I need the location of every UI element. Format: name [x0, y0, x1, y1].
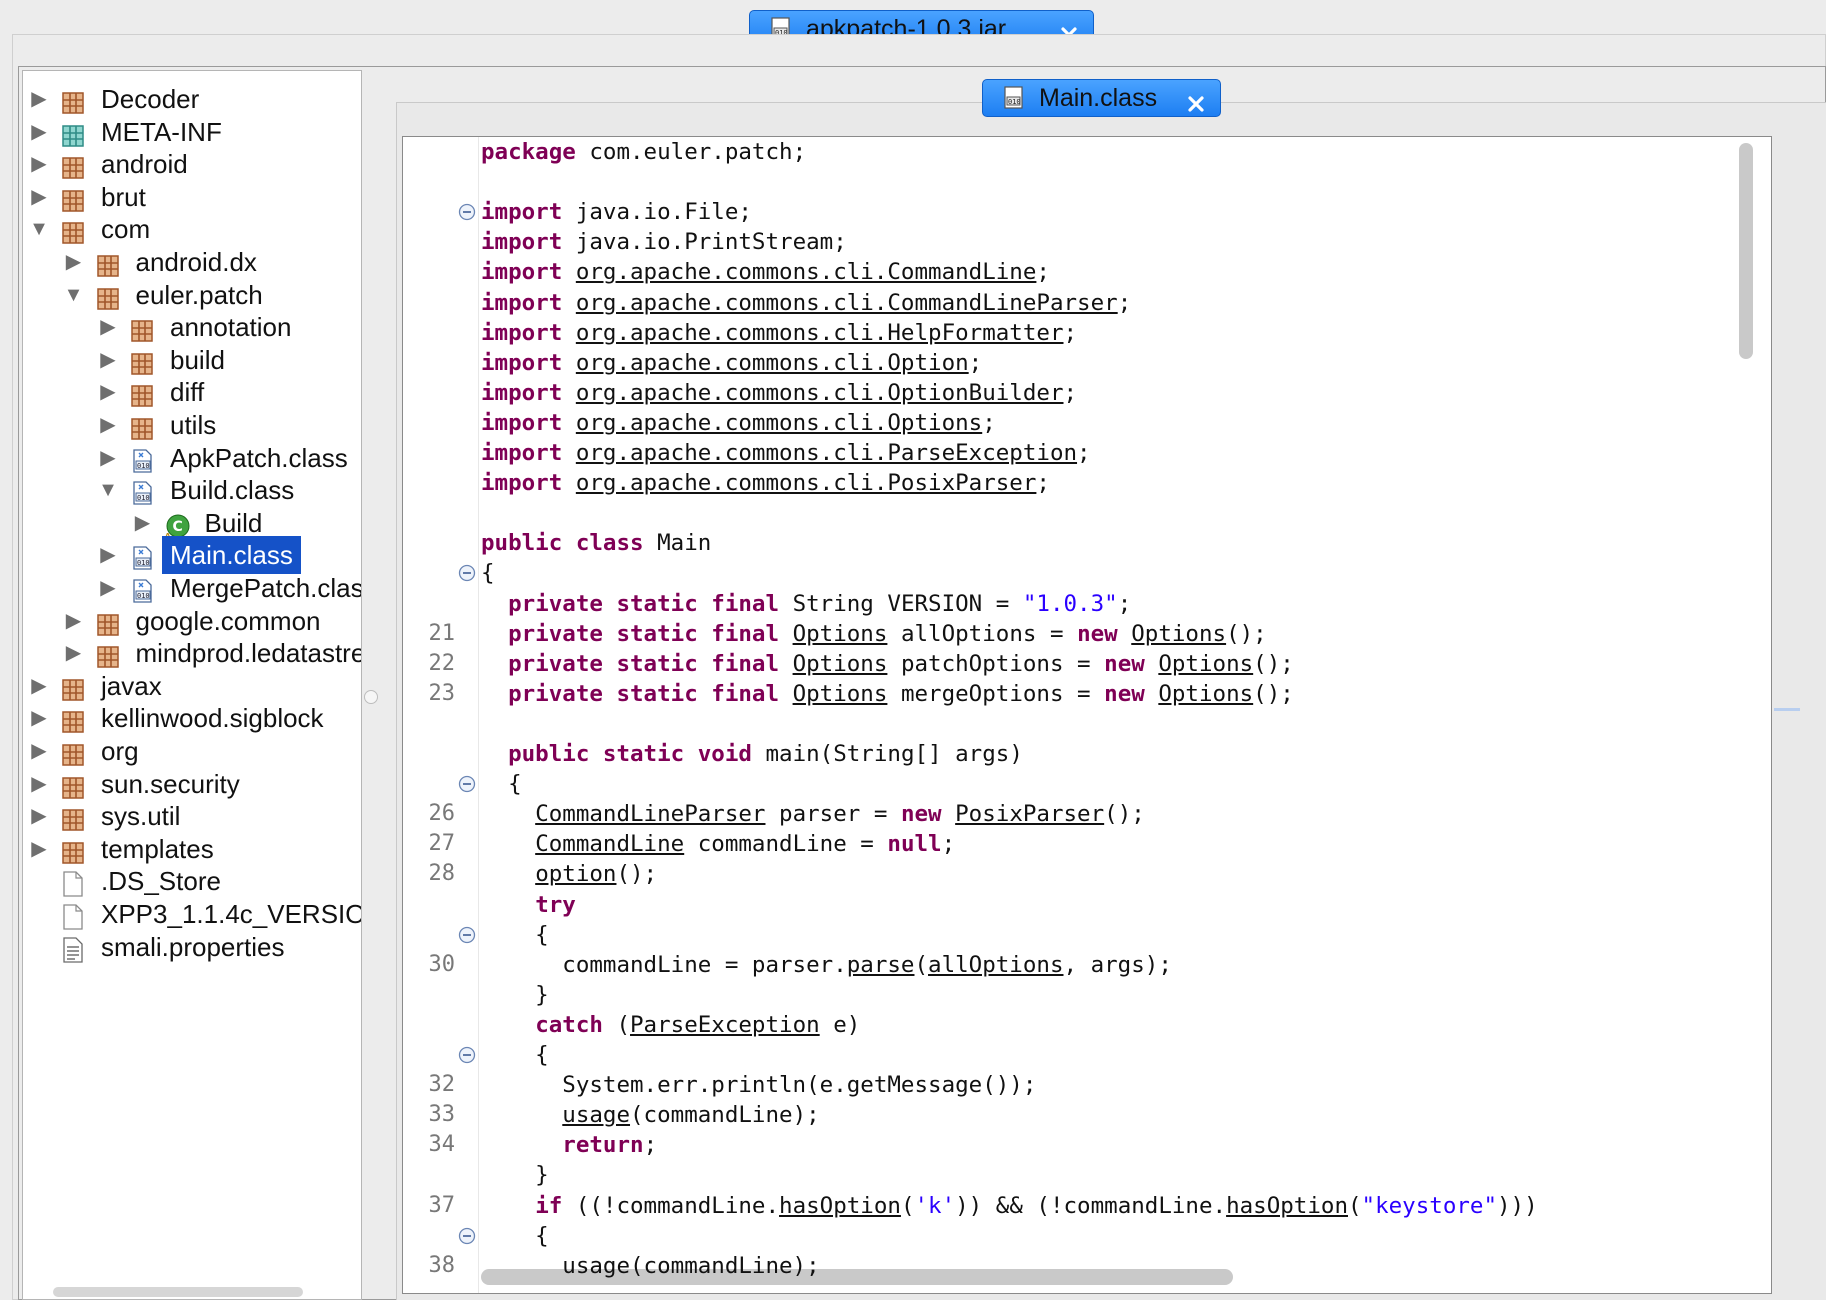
svg-text:010: 010 — [137, 494, 150, 502]
class-file-icon: 010 — [130, 478, 154, 505]
code-line[interactable]: CommandLine commandLine = null; — [481, 829, 955, 859]
code-line[interactable]: { — [481, 1221, 549, 1251]
line-number: 30 — [428, 951, 456, 977]
code-line[interactable]: commandLine = parser.parse(allOptions, a… — [481, 950, 1172, 980]
tree-item[interactable]: smali.properties — [23, 928, 361, 966]
code-line[interactable]: private static final Options patchOption… — [481, 649, 1294, 679]
fold-collapse-icon[interactable] — [458, 1046, 476, 1064]
class-file-icon: 010 — [130, 446, 154, 473]
fold-collapse-icon[interactable] — [458, 1227, 476, 1245]
package-icon — [61, 706, 85, 734]
package-icon — [61, 674, 85, 701]
package-icon — [130, 380, 154, 408]
class-file-icon: 010 — [1001, 85, 1027, 121]
code-line[interactable]: { — [481, 769, 522, 799]
splitter-handle[interactable] — [364, 690, 378, 704]
package-icon — [61, 87, 85, 114]
code-line[interactable]: } — [481, 1160, 549, 1190]
package-icon — [61, 772, 85, 799]
svg-text:010: 010 — [137, 462, 150, 470]
fold-collapse-icon[interactable] — [458, 203, 476, 221]
file-icon — [61, 902, 85, 930]
package-icon — [96, 609, 120, 636]
line-number: 21 — [428, 620, 456, 646]
code-line[interactable]: import java.io.File; — [481, 197, 752, 227]
code-line[interactable]: { — [481, 558, 495, 588]
tree-item-label: smali.properties — [101, 931, 285, 962]
line-number: 38 — [428, 1252, 456, 1278]
tab-label: Main.class — [1039, 84, 1158, 112]
file-icon — [61, 869, 85, 898]
package-icon — [61, 804, 85, 831]
line-number: 27 — [428, 831, 456, 857]
package-icon — [61, 217, 85, 245]
code-line[interactable]: return; — [481, 1130, 657, 1160]
package-tree[interactable]: ▶ Decoder ▶ META-INF ▶ android ▶ brut ▼ com ▶ andro… — [22, 70, 362, 1300]
code-line[interactable]: private static final Options mergeOption… — [481, 679, 1294, 709]
code-editor[interactable]: package com.euler.patch; import java.io.F… — [402, 136, 1772, 1294]
code-line[interactable]: CommandLineParser parser = new PosixPars… — [481, 799, 1145, 829]
code-line[interactable]: private static final String VERSION = "1… — [481, 589, 1131, 619]
package-icon — [96, 250, 120, 277]
svg-text:010: 010 — [137, 559, 150, 567]
code-line[interactable]: import org.apache.commons.cli.Option; — [481, 348, 982, 378]
code-line[interactable]: try — [481, 890, 576, 920]
overview-marker — [1774, 708, 1800, 711]
fold-collapse-icon[interactable] — [458, 926, 476, 944]
code-line[interactable]: usage(commandLine); — [481, 1251, 819, 1281]
package-icon — [130, 315, 154, 342]
tree-horizontal-scrollbar[interactable] — [53, 1287, 303, 1297]
code-line[interactable]: if ((!commandLine.hasOption('k')) && (!c… — [481, 1191, 1537, 1221]
code-line[interactable]: option(); — [481, 859, 657, 889]
code-line[interactable]: public static void main(String[] args) — [481, 739, 1023, 769]
tab-main-class[interactable]: 010 Main.class — [982, 79, 1221, 117]
class-file-icon: 010 — [130, 543, 154, 571]
line-number: 34 — [428, 1132, 456, 1158]
fold-collapse-icon[interactable] — [458, 564, 476, 582]
code-line[interactable]: import java.io.PrintStream; — [481, 227, 847, 257]
package-icon — [96, 283, 120, 310]
package-icon — [96, 641, 120, 668]
svg-text:010: 010 — [137, 592, 150, 600]
package-icon — [61, 120, 85, 147]
code-line[interactable]: { — [481, 920, 549, 950]
code-line[interactable]: { — [481, 1040, 549, 1070]
code-line[interactable]: catch (ParseException e) — [481, 1010, 860, 1040]
line-number: 28 — [428, 861, 456, 887]
line-number: 37 — [428, 1192, 456, 1218]
code-line[interactable]: usage(commandLine); — [481, 1100, 819, 1130]
close-icon[interactable] — [1186, 88, 1206, 112]
line-number: 22 — [428, 650, 456, 676]
code-line[interactable]: import org.apache.commons.cli.Options; — [481, 408, 996, 438]
package-icon — [61, 185, 85, 212]
line-number: 33 — [428, 1102, 456, 1128]
vertical-scrollbar-thumb[interactable] — [1739, 143, 1753, 359]
code-line[interactable]: import org.apache.commons.cli.ParseExcep… — [481, 438, 1091, 468]
code-line[interactable]: import org.apache.commons.cli.OptionBuil… — [481, 378, 1077, 408]
svg-text:C: C — [172, 519, 182, 535]
package-icon — [61, 739, 85, 766]
code-line[interactable]: import org.apache.commons.cli.CommandLin… — [481, 288, 1131, 318]
line-number: 26 — [428, 801, 456, 827]
package-icon — [61, 152, 85, 179]
code-line[interactable]: System.err.println(e.getMessage()); — [481, 1070, 1036, 1100]
line-number: 23 — [428, 680, 456, 706]
code-line[interactable]: public class Main — [481, 528, 711, 558]
code-line[interactable]: package com.euler.patch; — [481, 137, 806, 167]
code-line[interactable]: import org.apache.commons.cli.HelpFormat… — [481, 318, 1077, 348]
fold-collapse-icon[interactable] — [458, 775, 476, 793]
code-line[interactable]: } — [481, 980, 549, 1010]
package-icon — [61, 837, 85, 864]
code-line[interactable]: private static final Options allOptions … — [481, 619, 1267, 649]
class-file-icon: 010 — [130, 576, 154, 603]
package-icon — [130, 413, 154, 440]
line-number: 32 — [428, 1072, 456, 1098]
code-line[interactable]: import org.apache.commons.cli.PosixParse… — [481, 468, 1050, 498]
text-file-icon — [61, 935, 85, 963]
package-icon — [130, 348, 154, 375]
class-icon: CA — [165, 511, 189, 540]
gutter-separator — [478, 137, 479, 1293]
svg-text:010: 010 — [1008, 98, 1021, 106]
code-line[interactable]: import org.apache.commons.cli.CommandLin… — [481, 257, 1050, 287]
